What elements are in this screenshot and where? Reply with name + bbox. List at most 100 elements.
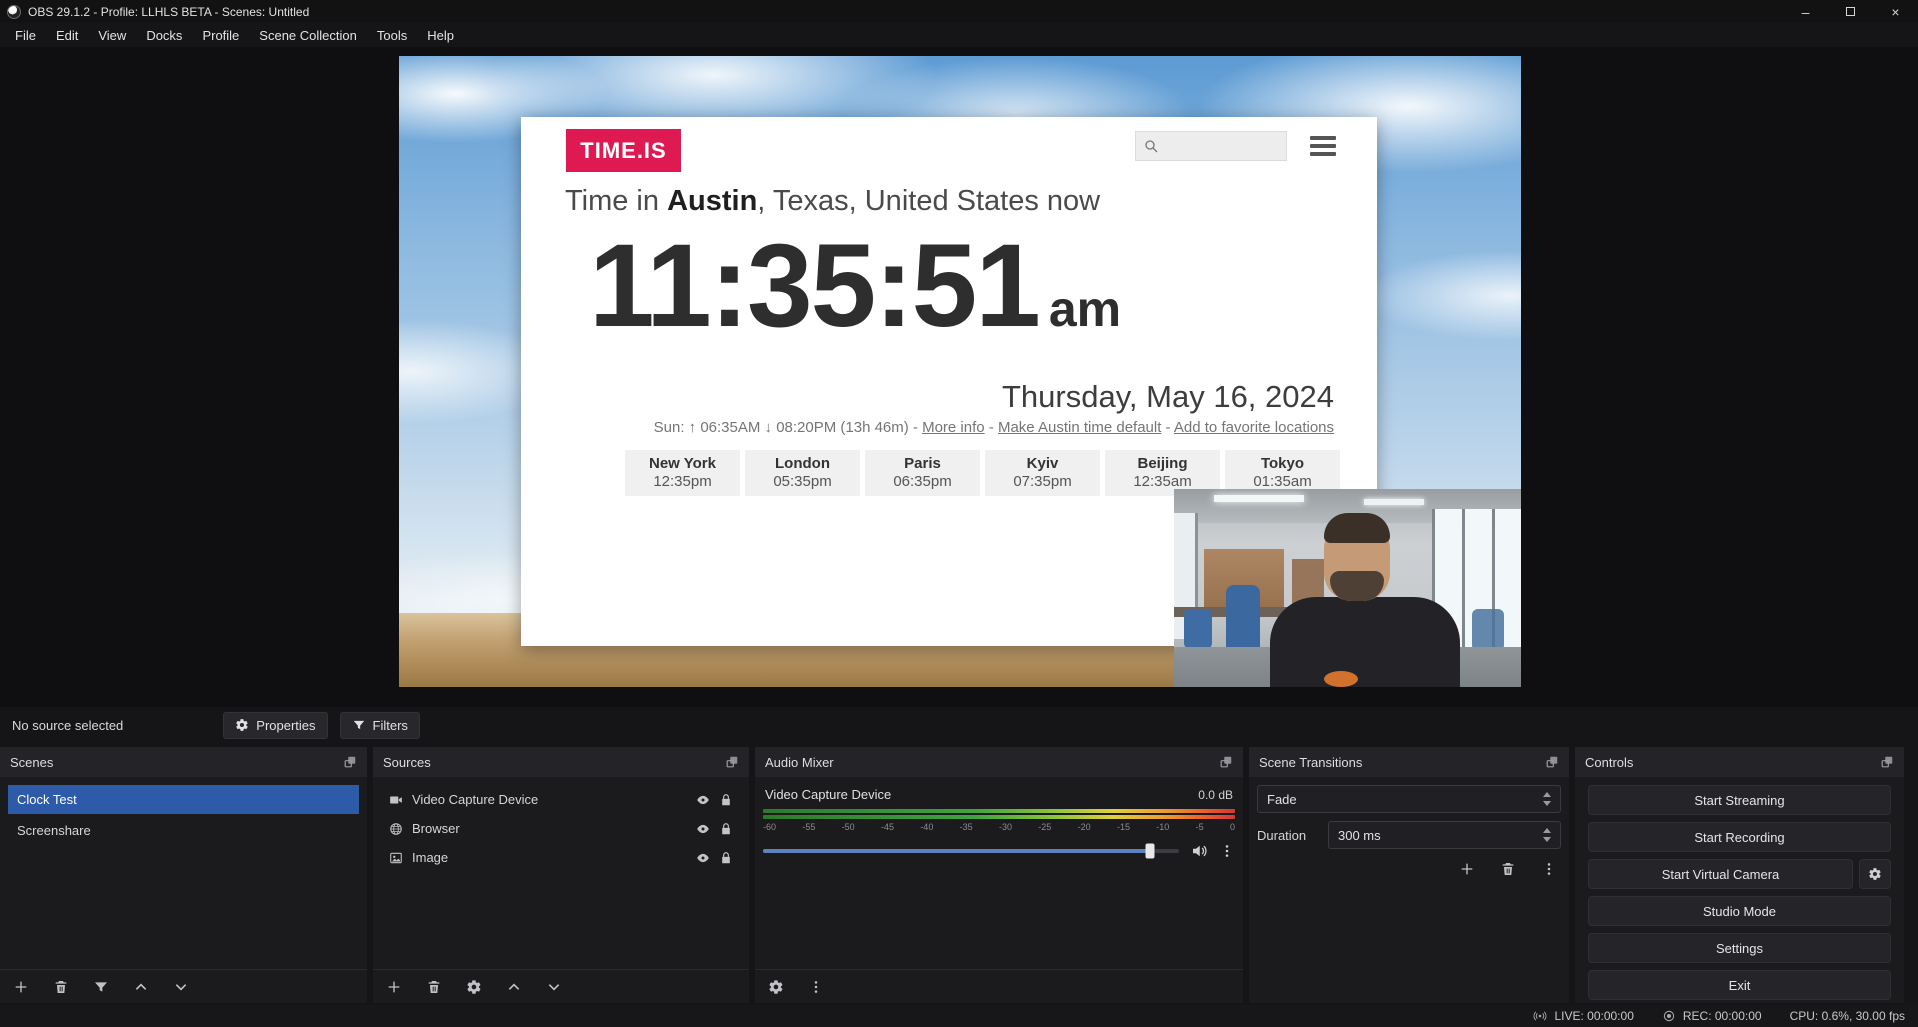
source-item-video-capture[interactable]: Video Capture Device bbox=[381, 785, 741, 814]
image-icon bbox=[389, 851, 403, 865]
remove-source-button[interactable] bbox=[426, 979, 442, 995]
studio-mode-button[interactable]: Studio Mode bbox=[1588, 896, 1891, 926]
audio-mixer-dock: Audio Mixer Video Capture Device 0.0 dB … bbox=[755, 747, 1243, 1003]
gear-icon bbox=[1868, 867, 1882, 881]
menu-file[interactable]: File bbox=[5, 25, 46, 46]
scene-filters-button[interactable] bbox=[93, 979, 109, 995]
webcam-person bbox=[1270, 597, 1460, 687]
move-source-up-button[interactable] bbox=[506, 979, 522, 995]
source-item-image[interactable]: Image bbox=[381, 843, 741, 872]
scenes-dock: Scenes Clock Test Screenshare bbox=[0, 747, 367, 1003]
sources-toolbar bbox=[373, 969, 749, 1003]
volume-slider[interactable] bbox=[763, 849, 1179, 853]
sources-dock-header[interactable]: Sources bbox=[373, 747, 749, 777]
start-virtual-camera-button[interactable]: Start Virtual Camera bbox=[1588, 859, 1853, 889]
live-status: LIVE: 00:00:00 bbox=[1533, 1009, 1633, 1023]
gear-icon bbox=[235, 718, 249, 732]
visibility-eye-icon[interactable] bbox=[696, 851, 710, 865]
maximize-button[interactable] bbox=[1828, 0, 1873, 23]
menu-scene-collection[interactable]: Scene Collection bbox=[249, 25, 367, 46]
source-selection-status: No source selected bbox=[12, 718, 123, 733]
scenes-dock-header[interactable]: Scenes bbox=[0, 747, 367, 777]
menu-docks[interactable]: Docks bbox=[136, 25, 192, 46]
mixer-channel-name: Video Capture Device bbox=[765, 787, 891, 802]
move-scene-up-button[interactable] bbox=[133, 979, 149, 995]
minimize-button[interactable]: – bbox=[1783, 0, 1828, 23]
city-box: New York 12:35pm bbox=[625, 450, 740, 496]
popout-icon[interactable] bbox=[725, 755, 739, 769]
mixer-toolbar bbox=[755, 969, 1243, 1003]
transitions-dock-header[interactable]: Scene Transitions bbox=[1249, 747, 1569, 777]
browser-globe-icon bbox=[389, 822, 403, 836]
combo-up-arrow[interactable] bbox=[1543, 792, 1551, 797]
close-button[interactable]: × bbox=[1873, 0, 1918, 23]
lock-icon[interactable] bbox=[719, 822, 733, 836]
clock-meridiem: am bbox=[1049, 280, 1121, 338]
popout-icon[interactable] bbox=[1545, 755, 1559, 769]
move-scene-down-button[interactable] bbox=[173, 979, 189, 995]
transition-kebab-icon[interactable] bbox=[1541, 861, 1557, 877]
sources-dock: Sources Video Capture Device Browser Ima… bbox=[373, 747, 749, 1003]
controls-dock-header[interactable]: Controls bbox=[1575, 747, 1904, 777]
start-recording-button[interactable]: Start Recording bbox=[1588, 822, 1891, 852]
lock-icon[interactable] bbox=[719, 793, 733, 807]
speaker-mute-icon[interactable] bbox=[1190, 842, 1208, 860]
duration-label: Duration bbox=[1257, 828, 1319, 843]
mixer-db-value: 0.0 dB bbox=[1198, 788, 1233, 802]
visibility-eye-icon[interactable] bbox=[696, 822, 710, 836]
remove-scene-button[interactable] bbox=[53, 979, 69, 995]
menu-profile[interactable]: Profile bbox=[192, 25, 249, 46]
timeis-sun-line: Sun: ↑ 06:35AM ↓ 08:20PM (13h 46m) - Mor… bbox=[654, 419, 1334, 436]
make-default-link: Make Austin time default bbox=[998, 419, 1161, 436]
stream-status-icon bbox=[1533, 1009, 1547, 1023]
scene-transitions-dock: Scene Transitions Fade Duration 300 ms bbox=[1249, 747, 1569, 1003]
scene-item-screenshare[interactable]: Screenshare bbox=[8, 816, 359, 845]
spin-up-arrow[interactable] bbox=[1543, 828, 1551, 833]
properties-button[interactable]: Properties bbox=[223, 712, 327, 739]
remove-transition-button[interactable] bbox=[1500, 861, 1516, 877]
hamburger-menu-icon bbox=[1310, 136, 1336, 156]
program-canvas[interactable]: TIME.IS Time in Austin, Texas, United St… bbox=[399, 56, 1521, 687]
source-properties-button[interactable] bbox=[466, 979, 482, 995]
exit-button[interactable]: Exit bbox=[1588, 970, 1891, 1000]
maximize-icon bbox=[1846, 7, 1855, 16]
advanced-audio-properties-button[interactable] bbox=[768, 979, 784, 995]
add-scene-button[interactable] bbox=[13, 979, 29, 995]
add-source-button[interactable] bbox=[386, 979, 402, 995]
audio-mixer-dock-header[interactable]: Audio Mixer bbox=[755, 747, 1243, 777]
move-source-down-button[interactable] bbox=[546, 979, 562, 995]
menu-bar: File Edit View Docks Profile Scene Colle… bbox=[0, 23, 1918, 47]
virtual-camera-settings-button[interactable] bbox=[1859, 859, 1891, 889]
menu-edit[interactable]: Edit bbox=[46, 25, 88, 46]
menu-tools[interactable]: Tools bbox=[367, 25, 417, 46]
preview-area: TIME.IS Time in Austin, Texas, United St… bbox=[0, 47, 1918, 707]
city-box: Paris 06:35pm bbox=[865, 450, 980, 496]
lock-icon[interactable] bbox=[719, 851, 733, 865]
timeis-logo: TIME.IS bbox=[566, 129, 681, 172]
city-box: Kyiv 07:35pm bbox=[985, 450, 1100, 496]
mixer-kebab-icon[interactable] bbox=[1219, 843, 1235, 859]
spin-down-arrow[interactable] bbox=[1543, 837, 1551, 842]
popout-icon[interactable] bbox=[1219, 755, 1233, 769]
visibility-eye-icon[interactable] bbox=[696, 793, 710, 807]
add-transition-button[interactable] bbox=[1459, 861, 1475, 877]
menu-help[interactable]: Help bbox=[417, 25, 464, 46]
video-capture-icon bbox=[389, 793, 403, 807]
start-streaming-button[interactable]: Start Streaming bbox=[1588, 785, 1891, 815]
filter-icon bbox=[352, 718, 366, 732]
transition-select[interactable]: Fade bbox=[1257, 785, 1561, 813]
mixer-menu-kebab-icon[interactable] bbox=[808, 979, 824, 995]
combo-down-arrow[interactable] bbox=[1543, 801, 1551, 806]
scenes-toolbar bbox=[0, 969, 367, 1003]
obs-logo-icon bbox=[7, 5, 21, 19]
settings-button[interactable]: Settings bbox=[1588, 933, 1891, 963]
popout-icon[interactable] bbox=[1880, 755, 1894, 769]
popout-icon[interactable] bbox=[343, 755, 357, 769]
filters-button[interactable]: Filters bbox=[340, 712, 420, 739]
source-item-browser[interactable]: Browser bbox=[381, 814, 741, 843]
scene-item-clock-test[interactable]: Clock Test bbox=[8, 785, 359, 814]
volume-slider-handle[interactable] bbox=[1145, 844, 1154, 859]
duration-spinbox[interactable]: 300 ms bbox=[1328, 821, 1561, 849]
rec-status: REC: 00:00:00 bbox=[1662, 1009, 1762, 1023]
menu-view[interactable]: View bbox=[88, 25, 136, 46]
